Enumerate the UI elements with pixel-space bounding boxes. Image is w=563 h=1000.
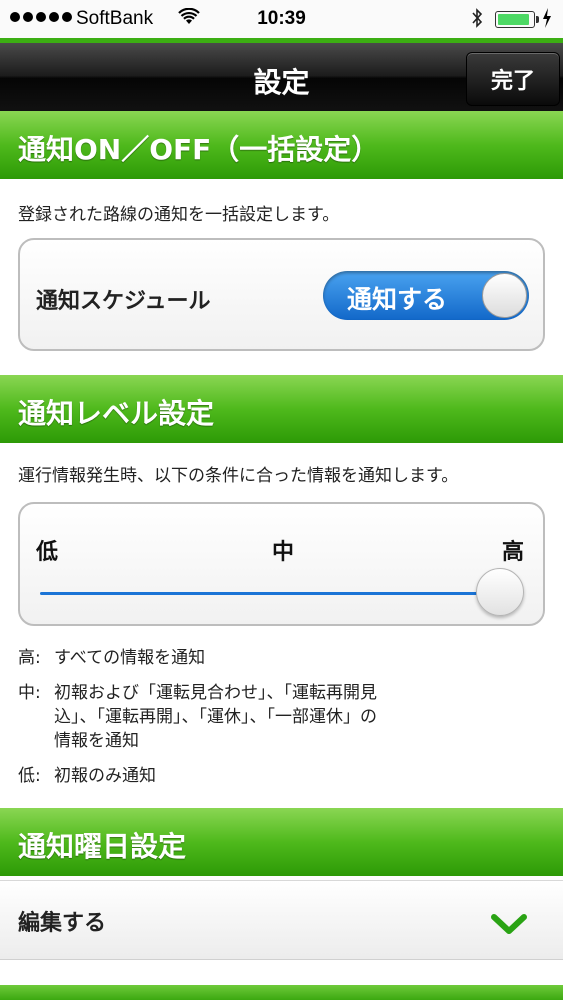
edit-label: 編集する [18,911,107,936]
level-note-high: 高: すべての情報を通知 [18,648,206,668]
toggle-label: 通知する [347,285,448,314]
level-note-low: 低: 初報のみ通知 [18,766,156,786]
toggle-knob [482,273,527,318]
section-title: 通知曜日設定 [18,830,187,863]
bulk-description: 登録された路線の通知を一括設定します。 [18,205,340,225]
section-header-days: 通知曜日設定 [0,808,563,876]
edit-days-row[interactable]: 編集する [0,880,563,960]
level-slider-cell: 低 中 高 [18,502,545,626]
schedule-label: 通知スケジュール [36,289,211,314]
slider-label-high: 高 [502,540,525,565]
status-bar: SoftBank 10:39 [0,0,563,38]
section-header-level: 通知レベル設定 [0,375,563,443]
slider-track[interactable] [40,592,495,595]
battery-icon [495,11,539,28]
next-section-header-edge [0,985,563,1000]
charging-icon [543,8,551,28]
slider-label-mid: 中 [272,540,295,565]
slider-thumb[interactable] [476,568,524,616]
bluetooth-icon [472,8,483,28]
done-button[interactable]: 完了 [466,52,560,106]
navigation-bar: 設定 完了 [0,43,563,111]
notification-toggle[interactable]: 通知する [323,271,529,320]
section-title: 通知レベル設定 [18,397,215,430]
section-title: 通知ON／OFF（一括設定） [18,133,380,166]
level-description: 運行情報発生時、以下の条件に合った情報を通知します。 [18,466,459,486]
slider-label-low: 低 [36,540,59,565]
notification-schedule-cell: 通知スケジュール 通知する [18,238,545,351]
section-header-bulk: 通知ON／OFF（一括設定） [0,111,563,179]
level-note-mid: 中: 初報および「運転見合わせ」、「運転再開見 込」、「運転再開」、「運休」、「一… [18,683,377,751]
chevron-down-icon [491,914,527,934]
